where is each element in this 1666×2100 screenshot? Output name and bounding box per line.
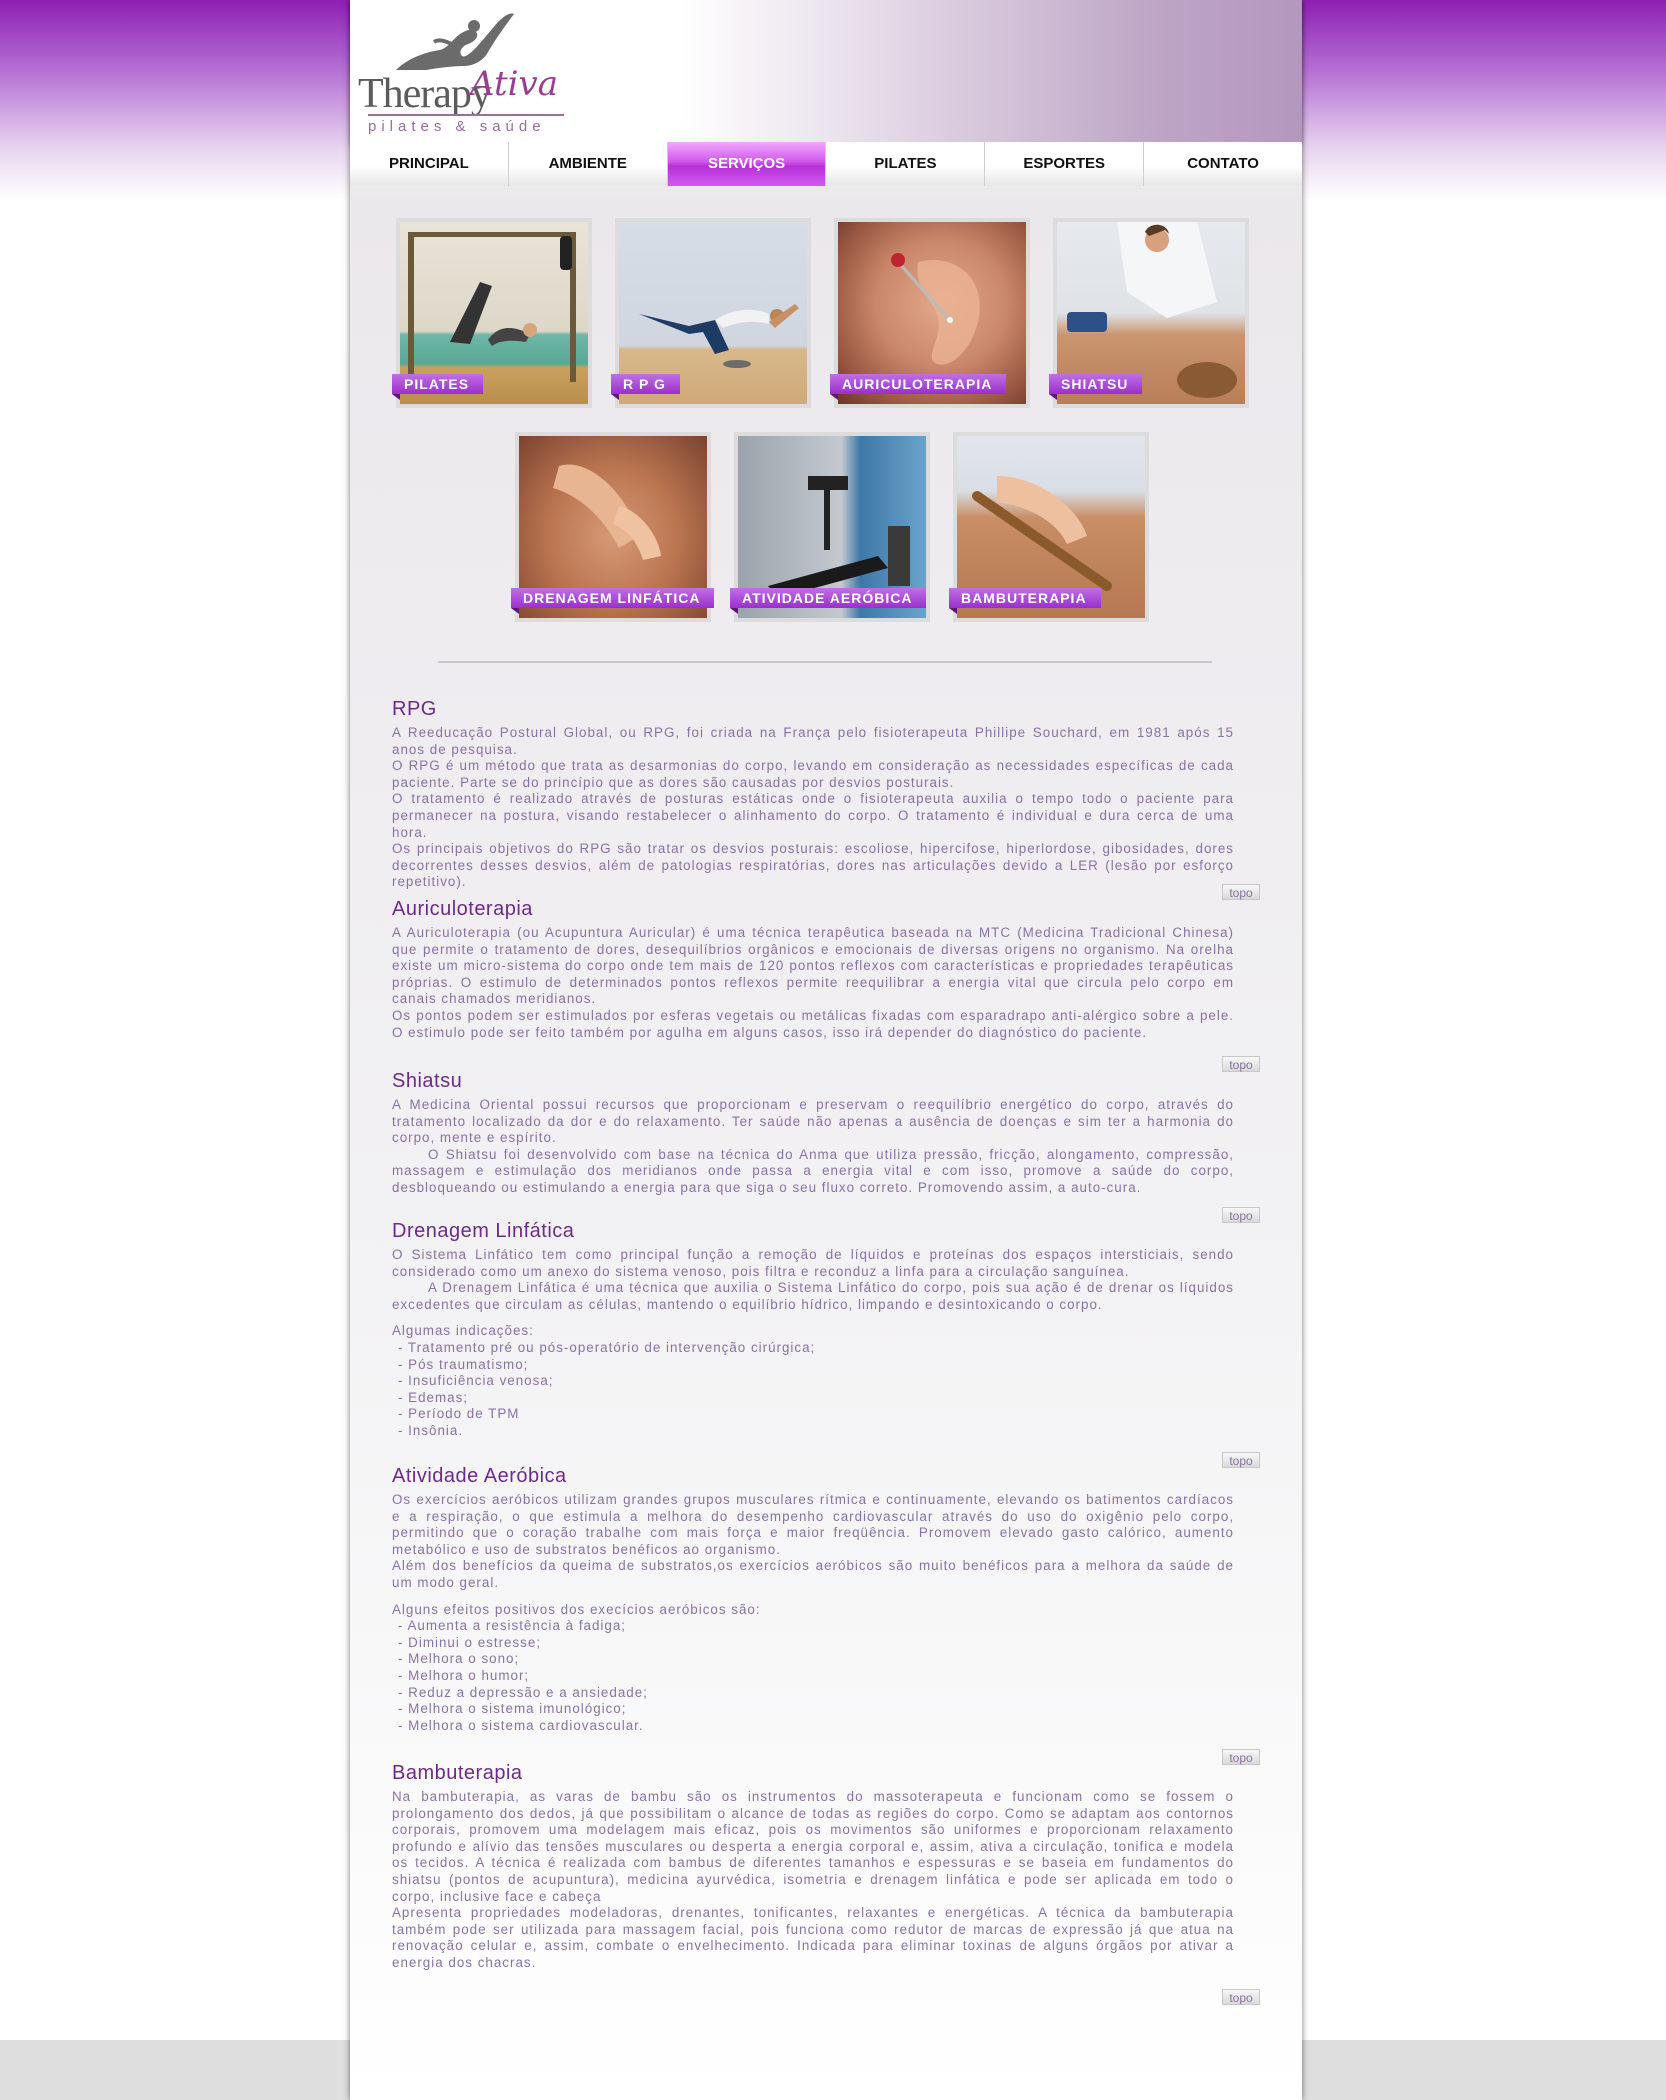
logo[interactable]: Therapy Ativa pilates & saúde	[358, 8, 578, 138]
thumb-bambuterapia[interactable]: BAMBUTERAPIA	[949, 432, 1149, 622]
list-item: - Melhora o humor;	[398, 1667, 530, 1683]
paragraph: Na bambuterapia, as varas de bambu são o…	[392, 1789, 1234, 1904]
nav-ambiente[interactable]: AMBIENTE	[508, 142, 668, 186]
nav-principal[interactable]: PRINCIPAL	[350, 142, 509, 186]
nav-contato[interactable]: CONTATO	[1144, 142, 1302, 186]
thumb-label: AURICULOTERAPIA	[830, 374, 1007, 400]
main-nav: PRINCIPAL AMBIENTE SERVIÇOS PILATES ESPO…	[350, 142, 1302, 186]
paragraph: Os principais objetivos do RPG são trata…	[392, 841, 1234, 890]
nav-pilates[interactable]: PILATES	[826, 142, 986, 186]
section-divider	[438, 661, 1212, 663]
section-atividade-aerobica: Atividade Aeróbica Os exercícios aeróbic…	[392, 1465, 1234, 1734]
paragraph: O Sistema Linfático tem como principal f…	[392, 1247, 1234, 1279]
nav-esportes[interactable]: ESPORTES	[985, 142, 1145, 186]
thumb-pilates[interactable]: PILATES	[392, 218, 592, 408]
list-item: - Diminui o estresse;	[398, 1634, 542, 1650]
section-drenagem: Drenagem Linfática O Sistema Linfático t…	[392, 1220, 1234, 1440]
list-item: - Insuficiência venosa;	[398, 1373, 554, 1389]
nav-servicos[interactable]: SERVIÇOS	[667, 142, 827, 186]
effects-list: - Aumenta a resistência à fadiga; - Dimi…	[392, 1618, 1234, 1734]
paragraph: A Auriculoterapia (ou Acupuntura Auricul…	[392, 925, 1234, 1007]
section-rpg: RPG A Reeducação Postural Global, ou RPG…	[392, 698, 1234, 891]
list-item: - Período de TPM	[398, 1406, 520, 1422]
list-item: - Tratamento pré ou pós-operatório de in…	[398, 1339, 816, 1355]
thumb-drenagem[interactable]: DRENAGEM LINFÁTICA	[511, 432, 715, 622]
list-item: - Pós traumatismo;	[398, 1356, 529, 1372]
header: Therapy Ativa pilates & saúde	[350, 0, 1302, 142]
thumb-label: SHIATSU	[1049, 374, 1143, 400]
thumb-label: BAMBUTERAPIA	[949, 588, 1101, 614]
indications-list: - Tratamento pré ou pós-operatório de in…	[392, 1340, 1234, 1440]
section-title: RPG	[392, 698, 437, 720]
paragraph: O tratamento é realizado através de post…	[392, 791, 1234, 840]
list-item: - Melhora o sistema cardiovascular.	[398, 1717, 644, 1733]
thumb-label: PILATES	[392, 374, 484, 400]
logo-text-ativa: Ativa	[470, 64, 558, 104]
thumb-shiatsu[interactable]: SHIATSU	[1049, 218, 1249, 408]
paragraph: A Medicina Oriental possui recursos que …	[392, 1097, 1234, 1146]
paragraph: Os pontos podem ser estimulados por esfe…	[392, 1007, 1234, 1040]
paragraph: Apresenta propriedades modeladoras, dren…	[392, 1905, 1234, 1970]
paragraph: A Drenagem Linfática é uma técnica que a…	[392, 1280, 1234, 1312]
paragraph: Os exercícios aeróbicos utilizam grandes…	[392, 1492, 1234, 1557]
paragraph: O RPG é um método que trata as desarmoni…	[392, 758, 1234, 790]
thumb-label: ATIVIDADE AERÓBICA	[730, 588, 927, 614]
list-title: Algumas indicações:	[392, 1323, 534, 1339]
section-bambuterapia: Bambuterapia Na bambuterapia, as varas d…	[392, 1762, 1234, 1972]
paragraph: A Reeducação Postural Global, ou RPG, fo…	[392, 725, 1234, 757]
list-item: - Insônia.	[398, 1422, 464, 1438]
list-item: - Melhora o sono;	[398, 1651, 520, 1667]
section-auriculoterapia: Auriculoterapia A Auriculoterapia (ou Ac…	[392, 898, 1234, 1041]
list-item: - Aumenta a resistência à fadiga;	[398, 1618, 627, 1634]
section-title: Bambuterapia	[392, 1762, 523, 1784]
list-item: - Edemas;	[398, 1389, 469, 1405]
logo-tagline: pilates & saúde	[368, 118, 546, 135]
thumb-atividade-aerobica[interactable]: ATIVIDADE AERÓBICA	[730, 432, 930, 622]
thumb-rpg[interactable]: R P G	[611, 218, 811, 408]
thumb-auriculoterapia[interactable]: AURICULOTERAPIA	[830, 218, 1030, 408]
logo-underline	[368, 114, 564, 116]
section-title: Shiatsu	[392, 1070, 463, 1092]
section-title: Drenagem Linfática	[392, 1220, 575, 1242]
paragraph: Além dos benefícios da queima de substra…	[392, 1558, 1234, 1590]
paragraph: O Shiatsu foi desenvolvido com base na t…	[392, 1146, 1234, 1195]
list-item: - Reduz a depressão e a ansiedade;	[398, 1684, 648, 1700]
section-title: Atividade Aeróbica	[392, 1465, 567, 1487]
thumb-label: DRENAGEM LINFÁTICA	[511, 588, 715, 614]
list-item: - Melhora o sistema imunológico;	[398, 1701, 627, 1717]
thumb-label: R P G	[611, 374, 680, 400]
section-title: Auriculoterapia	[392, 898, 533, 920]
section-shiatsu: Shiatsu A Medicina Oriental possui recur…	[392, 1070, 1234, 1197]
topo-button[interactable]: topo	[1222, 1989, 1260, 2005]
page-container: Therapy Ativa pilates & saúde PRINCIPAL …	[350, 0, 1302, 2100]
list-title: Alguns efeitos positivos dos execícios a…	[392, 1601, 761, 1617]
